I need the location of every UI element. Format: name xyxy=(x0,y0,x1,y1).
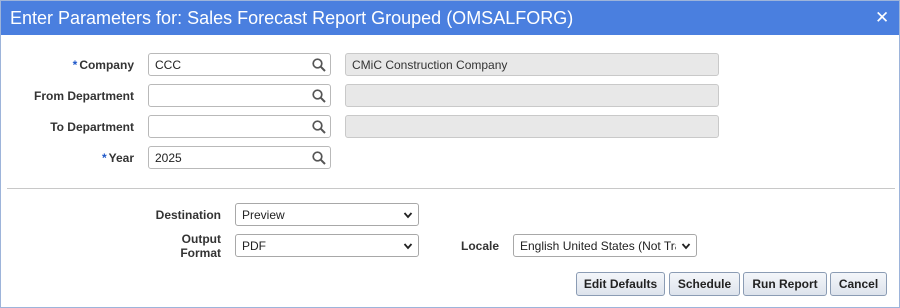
run-report-button[interactable]: Run Report xyxy=(743,272,827,296)
to-department-description xyxy=(345,115,719,138)
company-input[interactable]: CCC xyxy=(148,53,331,76)
from-department-label: From Department xyxy=(33,89,134,103)
destination-select[interactable]: Preview xyxy=(235,203,419,226)
close-icon[interactable]: ✕ xyxy=(875,9,889,27)
year-input[interactable]: 2025 xyxy=(148,146,331,169)
chevron-down-icon xyxy=(403,212,413,219)
locale-label: Locale xyxy=(460,239,499,253)
year-value: 2025 xyxy=(155,151,182,165)
company-description: CMiC Construction Company xyxy=(345,53,719,76)
required-marker: * xyxy=(101,151,107,165)
magnifier-icon[interactable] xyxy=(311,57,327,73)
schedule-button[interactable]: Schedule xyxy=(669,272,740,296)
to-department-input[interactable] xyxy=(148,115,331,138)
magnifier-icon[interactable] xyxy=(311,88,327,104)
locale-select[interactable]: English United States (Not Translated) xyxy=(513,234,697,257)
chevron-down-icon xyxy=(681,241,691,251)
to-department-label: To Department xyxy=(50,120,134,134)
from-department-description xyxy=(345,84,719,107)
company-label: * Company xyxy=(72,58,134,72)
from-department-input[interactable] xyxy=(148,84,331,107)
output-format-select[interactable]: PDF xyxy=(235,234,419,257)
company-value: CCC xyxy=(155,58,181,72)
required-marker: * xyxy=(72,58,78,72)
edit-defaults-button[interactable]: Edit Defaults xyxy=(576,272,665,296)
dialog-title: Enter Parameters for: Sales Forecast Rep… xyxy=(10,8,574,28)
destination-label: Destination xyxy=(155,208,221,222)
magnifier-icon[interactable] xyxy=(311,119,327,135)
magnifier-icon[interactable] xyxy=(311,150,327,166)
chevron-down-icon xyxy=(403,243,413,250)
section-divider xyxy=(7,188,895,189)
dialog-titlebar: Enter Parameters for: Sales Forecast Rep… xyxy=(1,1,899,35)
parameters-dialog: Enter Parameters for: Sales Forecast Rep… xyxy=(0,0,900,308)
output-format-label: Output Format xyxy=(180,232,221,260)
cancel-button[interactable]: Cancel xyxy=(830,272,887,296)
year-label: * Year xyxy=(101,151,134,165)
